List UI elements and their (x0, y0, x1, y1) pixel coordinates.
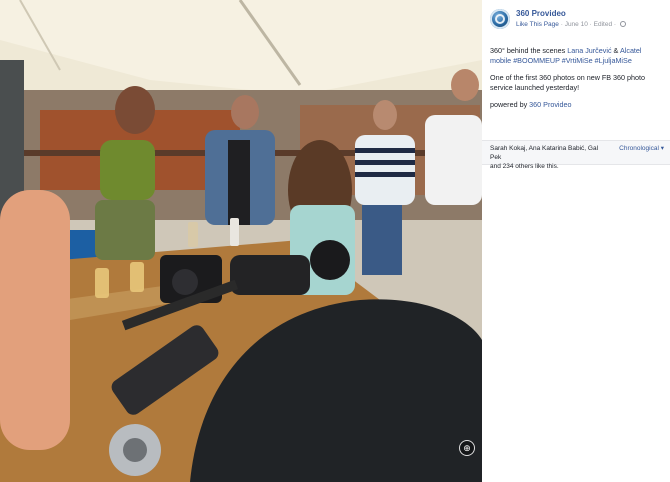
post-paragraph-2: One of the first 360 photos on new FB 36… (490, 73, 646, 92)
post-text-amp: & (611, 46, 620, 55)
powered-by-text: powered by (490, 100, 530, 109)
hashtags[interactable]: #BOOMMEUP #VrtiMiSe #LjuljaMiSe (513, 56, 632, 65)
post-header: 360 Provideo Like This Page · June 10 · … (490, 8, 668, 34)
comment-sort-dropdown[interactable]: Chronological ▾ (619, 144, 664, 153)
post-paragraph-1: 360° behind the scenes Lana Jurčević & A… (490, 46, 664, 66)
post-text-intro: 360° behind the scenes (490, 46, 568, 55)
like-page-link[interactable]: Like This Page (516, 21, 559, 28)
post-date[interactable]: June 10 (565, 21, 588, 28)
post-paragraph-3: powered by 360 Provideo (490, 100, 664, 110)
photo-scene (0, 0, 482, 482)
powered-by-link[interactable]: 360 Provideo (529, 100, 571, 109)
likes-summary[interactable]: Sarah Kokaj, Ana Katarina Babić, Gal Pek… (490, 144, 610, 171)
likers-others[interactable]: and 234 others like this. (490, 163, 559, 170)
likes-bar: Sarah Kokaj, Ana Katarina Babić, Gal Pek… (482, 140, 670, 170)
360-compass-icon[interactable]: ⊕ (459, 440, 475, 456)
post-side-panel: 360 Provideo Like This Page · June 10 · … (482, 0, 670, 482)
page-name-link[interactable]: 360 Provideo (516, 9, 566, 18)
360-photo-viewer[interactable]: ⊕ (0, 0, 482, 482)
post-text: 360° behind the scenes Lana Jurčević & A… (490, 46, 664, 117)
meta-separator: · (613, 21, 618, 28)
mention-lana[interactable]: Lana Jurčević (567, 46, 611, 55)
globe-icon (619, 21, 626, 27)
page-avatar[interactable] (490, 9, 510, 29)
post-meta: Like This Page · June 10 · Edited · (516, 21, 626, 28)
likers-names[interactable]: Sarah Kokaj, Ana Katarina Babić, Gal Pek (490, 145, 598, 161)
edited-label[interactable]: Edited (594, 21, 612, 28)
